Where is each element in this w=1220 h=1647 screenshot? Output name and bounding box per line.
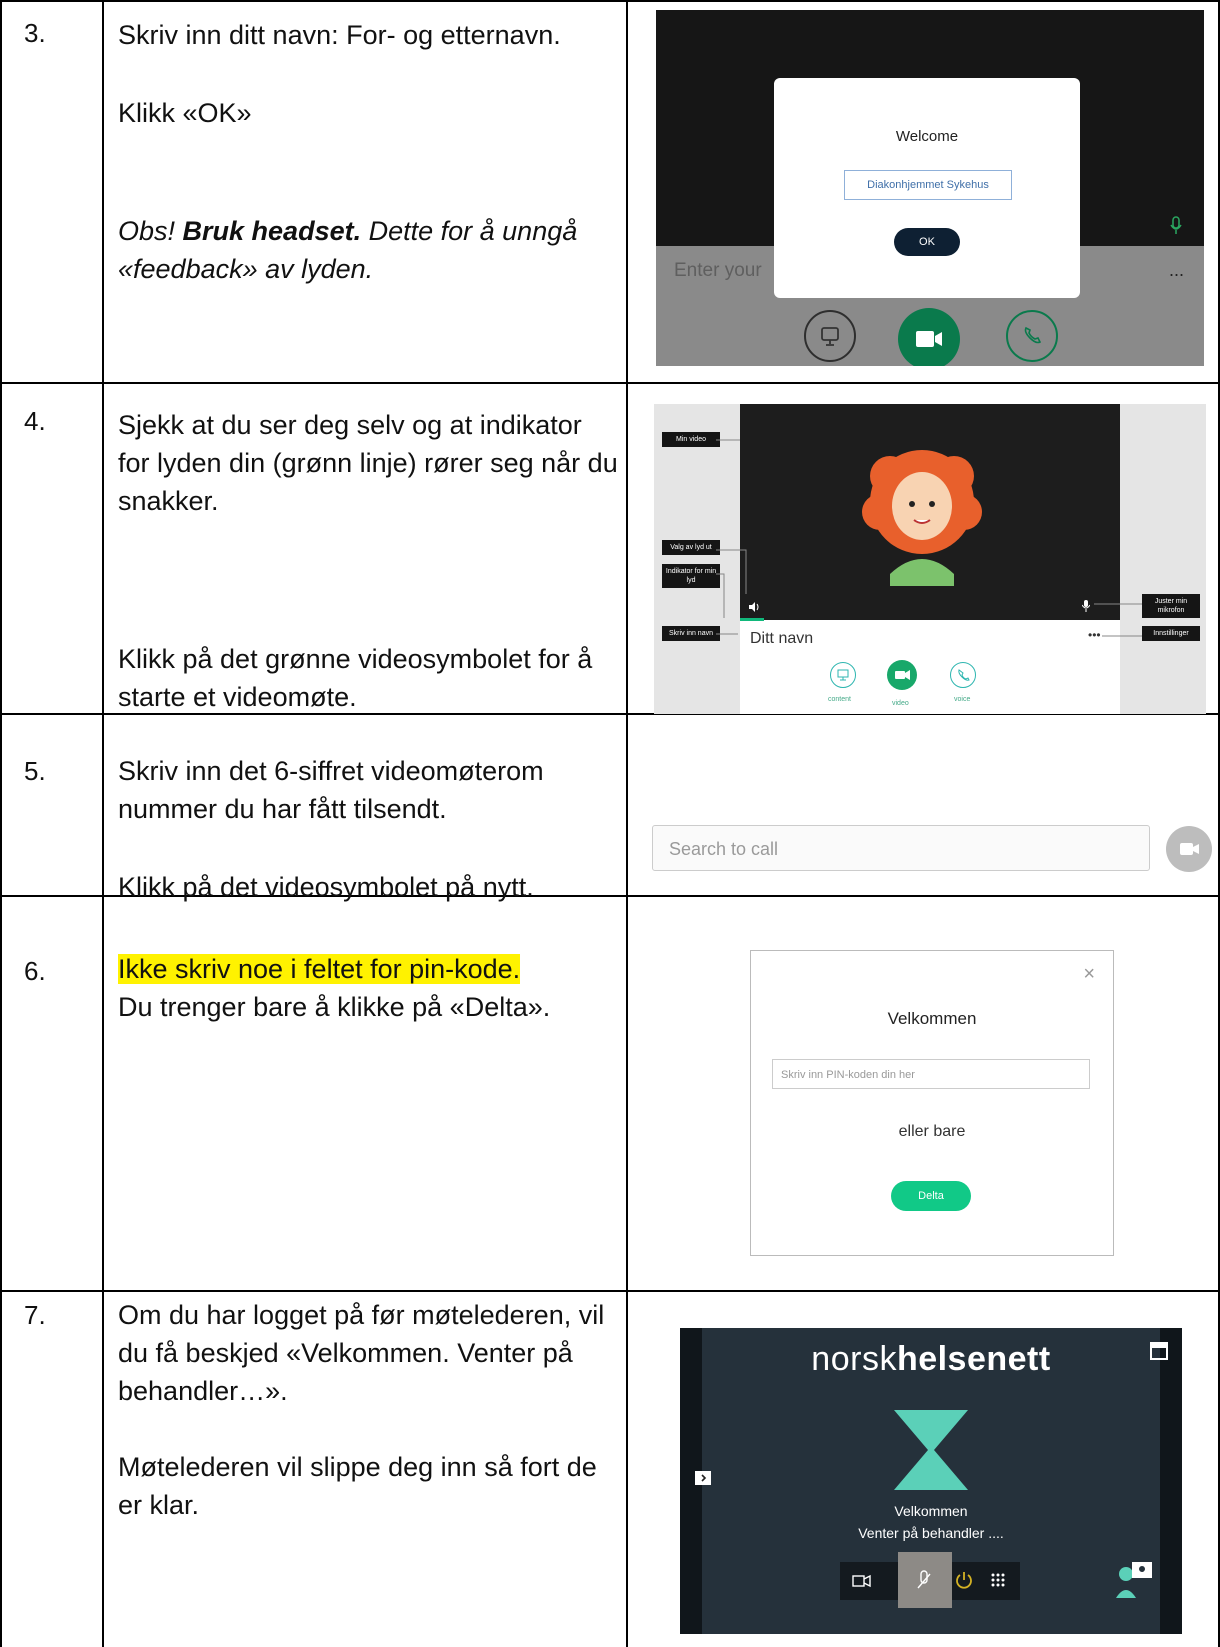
video-icon [1180,843,1199,855]
waiting-room-screenshot: norskhelsenett Velkommen Venter på behan… [680,1328,1182,1634]
instruction-line: Sjekk at du ser deg selv og at indikator… [118,410,618,516]
instruction-line: Skriv inn ditt navn: For- og etternavn. [118,20,561,50]
step-number: 7. [24,1300,46,1330]
instruction-line: Møtelederen vil slippe deg inn så fort d… [118,1452,597,1520]
step-text: Skriv inn det 6-siffret videomøterom num… [118,752,618,906]
highlighted-warning: Ikke skriv noe i feltet for pin-kode. [118,954,521,984]
dialog-title: Welcome [895,128,959,145]
hourglass-icon [890,1410,972,1490]
name-input[interactable]: Diakonhjemmet Sykehus [844,170,1012,200]
close-icon[interactable]: × [1083,963,1095,986]
search-input[interactable]: Search to call [652,825,1150,871]
step-text: Skriv inn ditt navn: For- og etternavn. … [118,16,618,288]
waiting-text: Venter på behandler .... [858,1525,1004,1541]
note: Obs! Bruk headset. Dette for å unngå «fe… [118,212,618,288]
step-number: 5. [24,756,46,786]
norskhelsenett-logo: norskhelsenett [680,1340,1182,1379]
instruction-line: Klikk på det grønne videosymbolet for å … [118,644,593,712]
step-text: Ikke skriv noe i feltet for pin-kode. Du… [118,950,618,1026]
video-label: video [892,700,909,707]
step-number: 3. [24,18,46,48]
content-button[interactable] [830,662,856,688]
video-button[interactable] [898,308,960,366]
power-icon[interactable] [954,1570,974,1590]
keypad-icon[interactable] [990,1572,1006,1590]
pin-dialog: × Velkommen Skriv inn PIN-koden din her … [750,950,1114,1256]
content-label: content [828,696,851,703]
more-icon[interactable]: ... [1169,260,1184,281]
instruction-line: Klikk på det videosymbolet på nytt. [118,872,534,902]
waiting-message: Velkommen Venter på behandler .... [680,1500,1182,1544]
instruction-line: Du trenger bare å klikke på «Delta». [118,992,551,1022]
voice-button[interactable] [950,662,976,688]
video-call-button[interactable] [1166,826,1212,872]
window-icon[interactable] [1150,1342,1168,1360]
instruction-line: Om du har logget på før møtelederen, vil… [118,1300,605,1406]
camera-icon[interactable] [852,1572,872,1590]
welcome-screenshot: Enter your ... Welcome Diakonhjemmet Syk… [656,10,1204,366]
welcome-text: Velkommen [894,1503,968,1519]
voice-label: voice [954,696,971,703]
note-prefix: Obs! [118,216,183,246]
microphone-icon[interactable] [1170,216,1182,236]
mic-muted-icon[interactable] [916,1570,932,1592]
pin-input[interactable]: Skriv inn PIN-koden din her [772,1059,1090,1089]
step-number: 4. [24,406,46,436]
logo-bold: helsenett [896,1340,1051,1378]
or-text: eller bare [898,1123,966,1140]
welcome-dialog: Welcome Diakonhjemmet Sykehus OK [774,78,1080,298]
dialog-title: Velkommen [887,1009,977,1028]
video-button[interactable] [887,660,917,690]
participants-icon[interactable] [1114,1560,1154,1600]
logo-light: norsk [811,1340,897,1378]
video-preview-screenshot: Ditt navn ••• Min video Valg av lyd ut I… [654,404,1206,714]
callout-lines [716,439,1142,637]
step-number: 6. [24,956,46,986]
call-toolbar [840,1552,1020,1608]
note-bold: Bruk headset. [182,216,362,246]
content-button[interactable] [804,310,856,362]
name-field-placeholder: Enter your [674,260,762,281]
instruction-line: Klikk «OK» [118,98,252,128]
expand-sidebar-icon[interactable] [694,1470,712,1486]
ok-button[interactable]: OK [894,228,960,256]
step-text: Om du har logget på før møtelederen, vil… [118,1296,618,1524]
voice-button[interactable] [1006,310,1058,362]
instruction-line: Skriv inn det 6-siffret videomøterom num… [118,756,544,824]
delta-button[interactable]: Delta [891,1181,971,1211]
step-text: Sjekk at du ser deg selv og at indikator… [118,406,618,716]
